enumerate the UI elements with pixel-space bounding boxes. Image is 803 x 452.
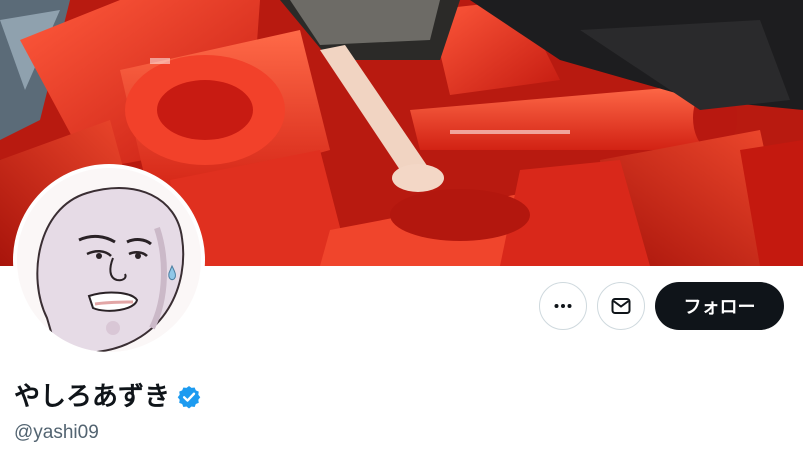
follow-button-label: フォロー [683,297,756,318]
verified-badge-icon[interactable] [176,384,202,410]
profile-actions: フォロー [539,282,784,330]
profile-name-row: やしろあずき [14,380,202,414]
avatar[interactable] [17,168,201,352]
profile-page: フォロー やしろあずき @yashi09 [0,0,803,452]
message-button[interactable] [597,282,645,330]
avatar-illustration [17,168,201,352]
user-handle: @yashi09 [14,422,99,443]
follow-button[interactable]: フォロー [655,282,784,330]
more-button[interactable] [539,282,587,330]
display-name: やしろあずき [14,382,171,412]
more-horizontal-icon [554,304,572,308]
avatar-ring[interactable] [13,164,205,356]
envelope-icon [611,298,631,314]
